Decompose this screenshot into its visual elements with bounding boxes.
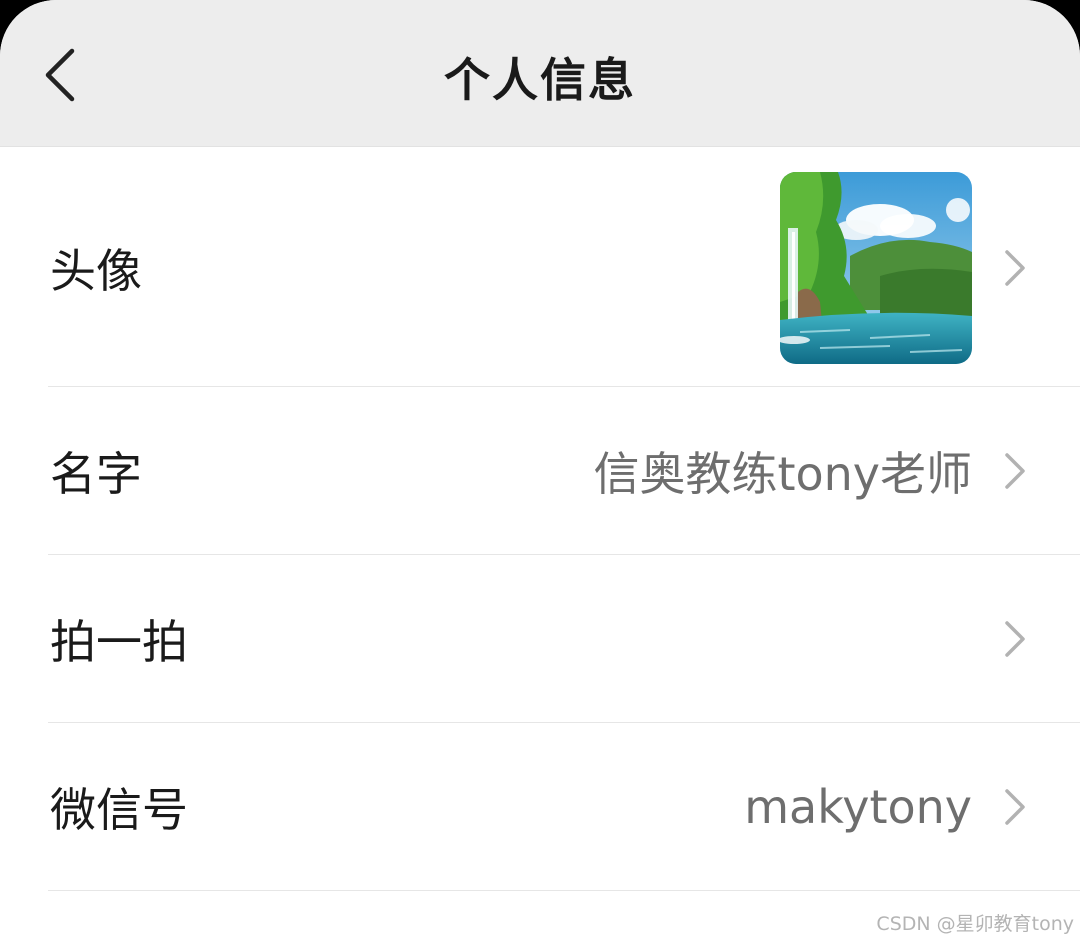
name-row[interactable]: 名字 信奥教练tony老师	[0, 387, 1080, 555]
profile-settings-list: 头像 名字 信奥教练tony老师 拍一拍 微信号 makytony	[0, 148, 1080, 891]
chevron-right-icon	[1005, 249, 1025, 286]
name-label: 名字	[50, 447, 142, 501]
chevron-right-icon	[1005, 621, 1025, 657]
watermark: CSDN @星卯教育tony	[876, 913, 1074, 935]
row-divider	[48, 890, 1080, 891]
chevron-right-icon	[1005, 453, 1025, 489]
pat-pat-row[interactable]: 拍一拍	[0, 555, 1080, 723]
wechat-id-label: 微信号	[50, 783, 188, 837]
page-title: 个人信息	[444, 53, 636, 107]
avatar-label: 头像	[50, 243, 142, 298]
nav-bar: 个人信息	[0, 0, 1080, 147]
screen: 个人信息 头像 名字 信奥教练tony老师 拍一拍 微信号 makytony C…	[0, 0, 1080, 940]
pat-pat-label: 拍一拍	[50, 615, 188, 669]
wechat-id-value: makytony	[744, 780, 972, 834]
avatar-image	[780, 172, 972, 364]
avatar-row[interactable]: 头像	[0, 148, 1080, 387]
chevron-right-icon	[1005, 789, 1025, 825]
wechat-id-row[interactable]: 微信号 makytony	[0, 723, 1080, 891]
name-value: 信奥教练tony老师	[593, 447, 972, 501]
